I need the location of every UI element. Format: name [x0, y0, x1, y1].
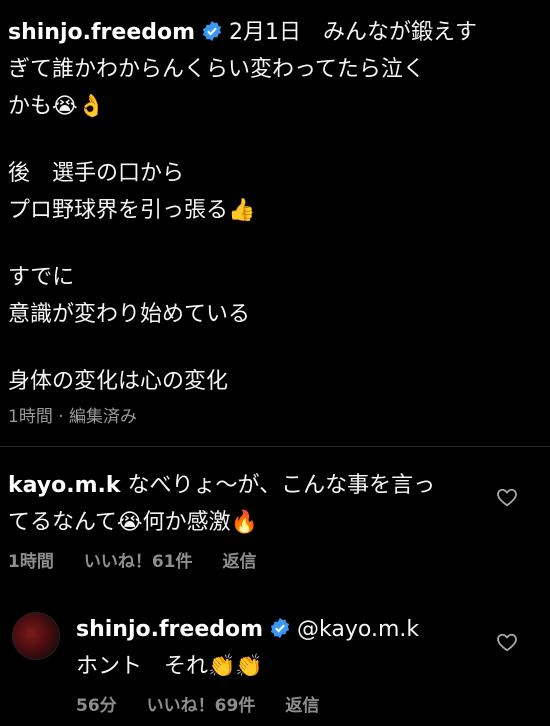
post-username[interactable]: shinjo.freedom: [8, 20, 195, 45]
comment-2: shinjo.freedom @kayo.m.k ホント それ👏👏: [76, 611, 496, 685]
caption-line-2: ぎて誰かわからんくらい変わってたら泣く: [8, 57, 425, 82]
caption-text-1: みんなが鍛えす: [323, 20, 478, 45]
comment-2-username[interactable]: shinjo.freedom: [76, 617, 263, 642]
comment-2-meta: 56分 いいね！69件 返信: [76, 691, 349, 716]
comment-2-likes[interactable]: いいね！69件: [147, 696, 256, 716]
caption-line-8: 身体の変化は心の変化: [8, 369, 229, 394]
verified-badge-icon: [270, 617, 290, 639]
post-date: 2月1日: [229, 20, 302, 45]
post-meta: 1時間 · 編集済み: [8, 407, 138, 427]
heart-outline-icon[interactable]: [496, 632, 518, 652]
comment-2-text: ホント それ👏👏: [76, 654, 263, 679]
comment-2-mention[interactable]: @kayo.m.k: [297, 617, 419, 642]
comment-1-meta: 1時間 いいね！61件 返信: [8, 547, 287, 572]
comment-1-text-1: なべりょ〜が、こんな事を言っ: [127, 473, 436, 498]
comment-1-username[interactable]: kayo.m.k: [8, 473, 121, 498]
comment-2-line-1: shinjo.freedom @kayo.m.k: [76, 611, 496, 648]
comment-2-reply-button[interactable]: 返信: [285, 696, 319, 716]
caption-line-3: かも😭👌: [8, 94, 106, 119]
comment-1-text-2: てるなんて😭何か感激🔥: [8, 510, 258, 535]
comment-1-likes[interactable]: いいね！61件: [84, 552, 193, 572]
caption-line-5: プロ野球界を引っ張る👍: [8, 198, 256, 223]
avatar[interactable]: [12, 612, 60, 660]
caption-line-7: 意識が変わり始めている: [8, 302, 251, 327]
comment-1: kayo.m.k なべりょ〜が、こんな事を言っ てるなんて😭何か感激🔥: [8, 467, 488, 541]
caption-line-4: 後 選手の口から: [8, 161, 185, 186]
heart-outline-icon[interactable]: [496, 487, 518, 507]
comment-1-time: 1時間: [8, 552, 54, 572]
divider: [0, 446, 550, 447]
comment-1-reply-button[interactable]: 返信: [223, 552, 257, 572]
verified-badge-icon: [202, 20, 222, 42]
caption-line-6: すでに: [8, 265, 75, 290]
caption-line-1: shinjo.freedom 2月1日 みんなが鍛えす: [8, 14, 508, 51]
comment-2-time: 56分: [76, 696, 117, 716]
post-caption: shinjo.freedom 2月1日 みんなが鍛えす ぎて誰かわからんくらい変わ…: [8, 14, 508, 400]
comment-1-line-1: kayo.m.k なべりょ〜が、こんな事を言っ: [8, 467, 488, 504]
